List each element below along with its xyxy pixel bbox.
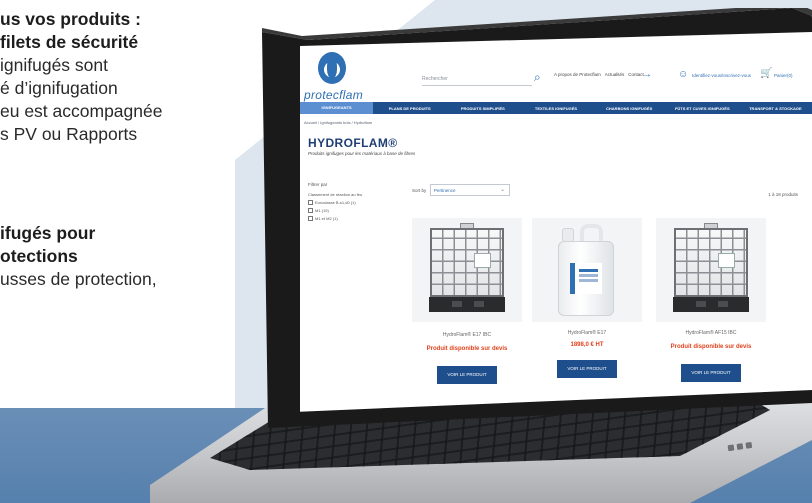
logo-text: protecflam xyxy=(304,88,364,102)
ibc-tank-image xyxy=(672,222,750,312)
checkbox[interactable] xyxy=(308,216,313,221)
chevron-down-icon: ⌄ xyxy=(499,187,505,193)
checkbox[interactable] xyxy=(308,200,313,205)
page-title: HYDROFLAM® xyxy=(308,136,398,150)
product-image[interactable] xyxy=(412,218,522,322)
nav-item-futs[interactable]: FÛTS ET CUVES IGNIFUGÉS xyxy=(666,106,739,111)
product-name[interactable]: HydroFlam® AF15 IBC xyxy=(656,330,766,336)
sort-value: Pertinence xyxy=(434,188,456,193)
filter-title: Filtrer par xyxy=(308,182,328,187)
nav-item-charbons[interactable]: CHARBONS IGNIFUGÉS xyxy=(593,106,666,111)
flame-icon xyxy=(327,56,337,78)
account-link[interactable]: Identifiez-vous/Inscrivez-vous xyxy=(692,73,751,78)
product-card[interactable]: HydroFlam® E17 IBC Produit disponible su… xyxy=(412,218,522,412)
product-price: Produit disponible sur devis xyxy=(426,346,508,352)
search-icon[interactable]: ⌕ xyxy=(534,70,541,85)
laptop-screen: protecflam Rechercher ⌕ A propos de Prot… xyxy=(300,32,812,412)
filter-option[interactable]: M1 et M2 (1) xyxy=(308,216,338,221)
view-product-button[interactable]: VOIR LE PRODUIT xyxy=(681,364,741,382)
view-product-button[interactable]: VOIR LE PRODUIT xyxy=(557,360,617,378)
sort-label: Sort by xyxy=(412,188,427,193)
sort-select[interactable]: Pertinence ⌄ xyxy=(430,184,510,196)
header-links: A propos de Protecflam Actualités Contac… xyxy=(554,72,644,77)
nav-item-plans[interactable]: PLANS DE PRODUITS xyxy=(373,106,446,111)
login-icon[interactable]: → xyxy=(642,69,652,80)
product-card[interactable]: HydroFlam® E17 1898,0 € HT VOIR LE PRODU… xyxy=(532,218,642,412)
product-image[interactable] xyxy=(656,218,766,322)
nav-item-textiles[interactable]: TEXTILES IGNIFUGÉS xyxy=(519,106,592,111)
cart-link[interactable]: Panier(0) xyxy=(774,73,793,78)
result-count: 1 à 18 produits xyxy=(768,192,798,197)
search-input[interactable]: Rechercher xyxy=(422,72,532,86)
filter-option-label: M1 (19) xyxy=(315,208,329,213)
main-navigation: IGNIFUGEANTS PLANS DE PRODUITS PRODUITS … xyxy=(300,102,812,114)
laptop: protecflam Rechercher ⌕ A propos de Prot… xyxy=(0,0,812,503)
product-card[interactable]: HydroFlam® AF15 IBC Produit disponible s… xyxy=(656,218,766,412)
filter-option-label: Euroclasse B-s1,d0 (1) xyxy=(315,200,356,205)
ibc-tank-image xyxy=(428,222,506,312)
nav-item-simplifies[interactable]: PRODUITS SIMPLIFIÉS xyxy=(446,106,519,111)
view-product-button[interactable]: VOIR LE PRODUIT xyxy=(437,366,497,384)
jerrycan-image xyxy=(558,224,614,316)
filter-label: Classement de réaction au feu xyxy=(308,192,363,197)
product-price: Produit disponible sur devis xyxy=(670,344,752,350)
filter-option[interactable]: Euroclasse B-s1,d0 (1) xyxy=(308,200,356,205)
user-icon[interactable]: ☺ xyxy=(678,69,688,80)
product-name[interactable]: HydroFlam® E17 xyxy=(532,330,642,336)
news-link[interactable]: Actualités xyxy=(605,72,625,77)
product-image[interactable] xyxy=(532,218,642,322)
about-link[interactable]: A propos de Protecflam xyxy=(554,72,601,77)
nav-item-ignifugeants[interactable]: IGNIFUGEANTS xyxy=(300,102,374,114)
product-name[interactable]: HydroFlam® E17 IBC xyxy=(412,332,522,338)
nav-item-transport[interactable]: TRANSPORT & STOCKAGE xyxy=(739,106,812,111)
page-subtitle: Produits ignifuges pour les matériaux à … xyxy=(308,151,416,156)
filter-option[interactable]: M1 (19) xyxy=(308,208,329,213)
breadcrumb[interactable]: Accueil / Ignifugeants bois / Hydroflam xyxy=(304,120,372,125)
product-price: 1898,0 € HT xyxy=(570,342,604,348)
filter-option-label: M1 et M2 (1) xyxy=(315,216,338,221)
checkbox[interactable] xyxy=(308,208,313,213)
cart-icon[interactable]: 🛒 xyxy=(760,68,772,79)
